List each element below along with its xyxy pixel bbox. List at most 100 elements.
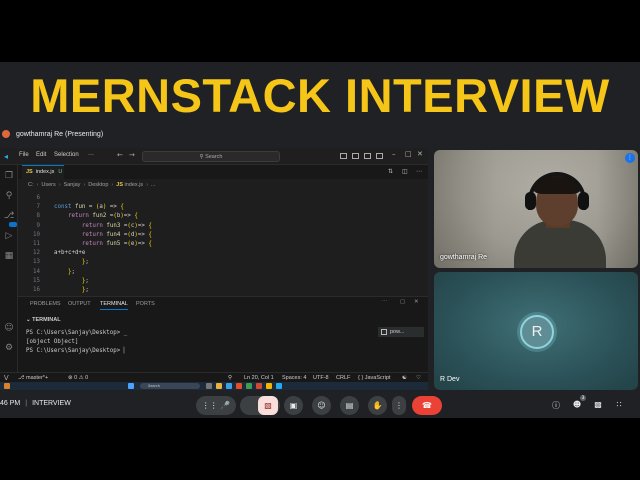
participant-name: gowthamraj Re <box>440 254 488 261</box>
hand-icon: ✋ <box>372 401 383 410</box>
maximize-icon[interactable]: □ <box>405 150 412 158</box>
menu-edit[interactable]: Edit <box>36 152 46 158</box>
tab-output[interactable]: OUTPUT <box>68 301 91 307</box>
panel-toggle-icon[interactable] <box>364 153 371 159</box>
emoji-icon: ☺ <box>317 401 326 410</box>
info-icon[interactable]: ⓘ <box>551 400 561 411</box>
headset-earcup <box>578 192 589 210</box>
tab-filename: index.js <box>35 169 55 175</box>
audio-level-icon: ⋮⋮ <box>201 401 218 410</box>
line-number: 7 <box>36 204 41 211</box>
line-number: 11 <box>33 241 40 247</box>
command-search-label: Search <box>205 154 223 160</box>
account-icon[interactable]: ☺ <box>4 323 14 333</box>
shared-screen: ◂ File Edit Selection ··· ← → ⚲ Search –… <box>0 148 428 390</box>
close-panel-icon[interactable]: ✕ <box>414 299 419 305</box>
code-text: }; <box>81 287 89 293</box>
participant-tile-avatar[interactable]: R R Dev <box>434 272 638 390</box>
run-debug-icon[interactable]: ▷ <box>4 231 14 241</box>
terminal-header-label: TERMINAL <box>32 317 61 323</box>
weather-icon[interactable] <box>4 383 10 389</box>
forward-arrow-icon[interactable]: → <box>129 151 135 159</box>
camera-off-icon[interactable]: ▧ <box>258 396 278 415</box>
present-button[interactable]: ▣ <box>284 396 303 415</box>
terminal-output[interactable]: PS C:\Users\Sanjay\Desktop> _ [object Ob… <box>26 329 366 356</box>
status-bar: ⋁ ⎇ master*+ ⊗ 0 ⚠ 0 ⚲ Ln 20, Col 1 Spac… <box>0 372 428 382</box>
menu-more[interactable]: ··· <box>88 152 94 158</box>
code-text: }; <box>81 259 89 266</box>
code-text: return fun5 =(e)=> { <box>81 241 152 247</box>
chat-icon[interactable]: ▩ <box>593 400 603 409</box>
menu-file[interactable]: File <box>19 152 29 158</box>
code-editor[interactable]: 6 7 const fun = (a) => {8 return fun2 =(b)… <box>18 194 418 296</box>
more-actions-icon[interactable]: ⋯ <box>382 299 388 305</box>
meeting-time: 46 PM <box>0 400 21 407</box>
mic-button[interactable]: ⋮⋮ 🎤 <box>196 396 236 415</box>
meet-header: gowthamraj Re (Presenting) <box>0 124 640 144</box>
captions-button[interactable]: ▤ <box>340 396 359 415</box>
tab-terminal[interactable]: TERMINAL <box>100 301 128 310</box>
more-options-button[interactable]: ⋮ <box>392 396 406 415</box>
maximize-panel-icon[interactable]: ▢ <box>400 299 405 305</box>
search-icon[interactable]: ⚲ <box>4 191 14 201</box>
start-icon[interactable] <box>128 383 134 389</box>
banner <box>0 0 640 62</box>
source-control-icon[interactable]: ⎇ <box>4 211 14 221</box>
extensions-icon[interactable]: ▦ <box>4 251 14 261</box>
tab-ports[interactable]: PORTS <box>136 301 155 307</box>
people-icon[interactable]: ☻ <box>572 400 582 409</box>
line-number: 14 <box>33 268 40 275</box>
tab-problems[interactable]: PROBLEMS <box>30 301 61 307</box>
vscode-title-bar: ◂ File Edit Selection ··· ← → ⚲ Search –… <box>0 148 428 165</box>
edge-icon[interactable] <box>226 383 232 389</box>
leave-call-button[interactable]: ☎ <box>412 396 442 415</box>
activities-icon[interactable]: ∷ <box>614 400 624 409</box>
compare-icon[interactable]: ⇅ <box>388 168 393 175</box>
terminal-header: ⌄ TERMINAL <box>18 315 428 325</box>
taskbar-search[interactable]: Search <box>140 383 200 389</box>
search-icon: ⚲ <box>199 154 204 160</box>
code-text: }; <box>67 268 75 275</box>
vscode-taskbar-icon[interactable] <box>276 383 282 389</box>
split-editor-icon[interactable]: ◫ <box>402 168 408 175</box>
minimize-icon[interactable]: – <box>392 150 396 158</box>
chevron-down-icon[interactable]: ⌄ <box>26 317 31 323</box>
secondary-sidebar-icon[interactable] <box>376 153 383 159</box>
presenter-label: gowthamraj Re (Presenting) <box>16 130 104 138</box>
more-actions-icon[interactable]: ⋯ <box>416 168 422 175</box>
app-icon[interactable] <box>256 383 262 389</box>
code-text: const fun = (a) => { <box>54 204 124 211</box>
line-number: 8 <box>36 213 41 220</box>
code-text: return fun4 =(d)=> { <box>81 231 152 238</box>
terminal-icon <box>381 329 387 335</box>
terminal-instance-item[interactable]: pow... <box>378 327 424 337</box>
breadcrumb-more[interactable]: ... <box>151 182 156 188</box>
breadcrumb-file[interactable]: index.js <box>125 182 144 188</box>
app-icon[interactable] <box>246 383 252 389</box>
emoji-button[interactable]: ☺ <box>312 396 331 415</box>
breadcrumb-item[interactable]: C: <box>28 182 34 188</box>
task-view-icon[interactable] <box>206 383 212 389</box>
raise-hand-button[interactable]: ✋ <box>368 396 387 415</box>
menu-selection[interactable]: Selection <box>54 152 79 158</box>
breadcrumb-item[interactable]: Desktop <box>88 182 108 188</box>
layout-toggle-icon[interactable] <box>340 153 347 159</box>
bottom-black-bar <box>0 418 640 480</box>
meeting-info: 46 PM | INTERVIEW <box>0 400 71 407</box>
file-explorer-icon[interactable] <box>216 383 222 389</box>
line-number: 12 <box>33 250 40 257</box>
close-icon[interactable]: ✕ <box>417 150 423 158</box>
files-icon[interactable]: ❐ <box>4 171 14 181</box>
gear-icon[interactable]: ⚙ <box>4 343 14 353</box>
line-number: 16 <box>33 287 40 293</box>
command-search-input[interactable]: ⚲ Search <box>142 151 280 162</box>
terminal-line: [object Object] <box>26 339 79 345</box>
back-arrow-icon[interactable]: ← <box>117 151 123 159</box>
participant-tile-camera[interactable]: ⋮ gowthamraj Re <box>434 150 638 268</box>
chrome-icon[interactable] <box>236 383 242 389</box>
breadcrumb-item[interactable]: Sanjay <box>64 182 81 188</box>
app-icon[interactable] <box>266 383 272 389</box>
sidebar-toggle-icon[interactable] <box>352 153 359 159</box>
breadcrumb-item[interactable]: Users <box>41 182 55 188</box>
tab-index-js[interactable]: JS index.js U <box>22 165 64 179</box>
